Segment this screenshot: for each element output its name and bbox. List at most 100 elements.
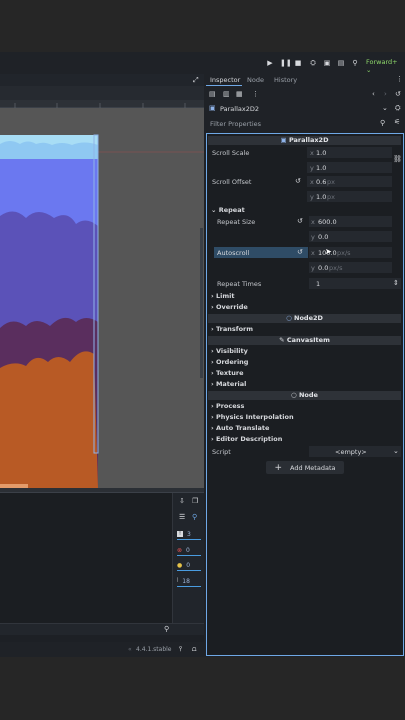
group-ordering[interactable]: › Ordering <box>211 358 248 366</box>
parallax2d-node-icon: ▣ <box>209 104 216 112</box>
warnings-count: 0 <box>186 561 191 569</box>
axis-x: x <box>310 149 314 157</box>
group-visibility[interactable]: › Visibility <box>211 347 248 355</box>
search-icon[interactable]: ⚲ <box>192 513 197 521</box>
group-repeat[interactable]: ⌄ Repeat <box>211 206 245 214</box>
class-header-node: ○ Node <box>208 391 401 400</box>
errors-toggle[interactable]: ⊗ 0 <box>177 545 201 556</box>
viewport-tool-strip <box>0 86 204 100</box>
scroll-scale-y: 1.0 <box>316 164 327 172</box>
parallax-scene <box>0 134 204 488</box>
autoscroll-label: Autoscroll <box>217 249 250 257</box>
pin-icon[interactable]: ⫯ <box>179 645 182 654</box>
autoscroll-y-unit: px/s <box>329 264 343 272</box>
output-filter-column: ⇩ ❐ ☰ ⚲ ! 3 ⊗ 0 ● 0 ⦚ 18 <box>172 493 204 623</box>
group-texture[interactable]: › Texture <box>211 369 243 377</box>
warning-icon: ● <box>177 561 183 569</box>
error-icon: ⊗ <box>177 546 183 554</box>
axis-y: y <box>311 264 315 272</box>
more-options-icon[interactable]: ⋮ <box>252 90 259 98</box>
play-custom-icon[interactable]: ▤ <box>337 59 345 67</box>
output-panel: ⇩ ❐ ☰ ⚲ ! 3 ⊗ 0 ● 0 ⦚ 18 ⚲ <box>0 492 204 642</box>
play-icon[interactable]: ▶ <box>266 59 274 67</box>
node-icon: ○ <box>291 391 297 399</box>
pause-icon[interactable]: ❚❚ <box>280 59 292 67</box>
load-resource-icon[interactable]: ▥ <box>223 90 230 98</box>
canvas-viewport[interactable] <box>0 108 204 488</box>
version-label: 4.4.1.stable <box>136 646 172 653</box>
history-back-icon[interactable]: ‹ <box>372 90 375 98</box>
inspector-settings-icon[interactable]: ⚟ <box>394 118 400 126</box>
play-scene-icon[interactable]: ▣ <box>323 59 331 67</box>
group-override[interactable]: › Override <box>211 303 248 311</box>
repeat-times-value: 1 <box>316 280 321 288</box>
tab-node[interactable]: Node <box>247 76 264 84</box>
messages-count: 3 <box>187 530 191 538</box>
node-name: Parallax2D2 <box>220 105 259 113</box>
group-transform[interactable]: › Transform <box>211 325 253 333</box>
repeat-times-spinbox[interactable] <box>309 278 401 289</box>
spin-arrows-icon[interactable]: ⇕ <box>393 279 399 287</box>
canvasitem-icon: ✎ <box>279 336 285 344</box>
filter-properties-input[interactable]: Filter Properties ⚲ <box>206 118 392 130</box>
group-editor-description[interactable]: › Editor Description <box>211 435 282 443</box>
axis-x: x <box>310 178 314 186</box>
axis-y: y <box>311 233 315 241</box>
renderer-selector[interactable]: Forward+ ⌄ <box>366 58 405 74</box>
history-forward-icon[interactable]: › <box>384 90 387 98</box>
remote-debug-icon[interactable]: ⛭ <box>309 59 317 67</box>
filter-list-icon[interactable]: ☰ <box>179 513 185 521</box>
group-material[interactable]: › Material <box>211 380 246 388</box>
scroll-scale-label: Scroll Scale <box>212 149 250 157</box>
scroll-offset-x-unit: px <box>327 178 335 186</box>
save-resource-icon[interactable]: ▦ <box>236 90 243 98</box>
axis-y: y <box>310 164 314 172</box>
revert-icon[interactable]: ↺ <box>295 177 301 185</box>
errors-count: 0 <box>186 546 190 554</box>
group-auto-translate[interactable]: › Auto Translate <box>211 424 269 432</box>
bottom-panel-toggle-icon[interactable]: ⩍ <box>192 645 197 654</box>
repeat-times-label: Repeat Times <box>217 280 262 288</box>
script-label: Script <box>212 448 231 456</box>
revert-icon[interactable]: ↺ <box>297 248 303 256</box>
object-properties-icon[interactable]: ⛭ <box>395 104 401 113</box>
group-limit[interactable]: › Limit <box>211 292 234 300</box>
tab-inspector[interactable]: Inspector <box>210 76 240 84</box>
dock-menu-icon[interactable]: ⋮ <box>396 75 403 83</box>
repeat-size-x: 600.0 <box>318 218 337 226</box>
revert-icon[interactable]: ↺ <box>297 217 303 225</box>
tab-history[interactable]: History <box>274 76 297 84</box>
class-header-node2d: ○ Node2D <box>208 314 401 323</box>
movie-maker-icon[interactable]: ⚲ <box>351 59 359 67</box>
chevron-down-icon[interactable]: ⌄ <box>393 447 399 455</box>
filter-placeholder: Filter Properties <box>210 120 262 128</box>
link-icon[interactable]: ⛓ <box>393 155 402 163</box>
autoscroll-y: 0.0 <box>318 264 329 272</box>
repeat-size-y: 0.0 <box>318 233 329 241</box>
repeat-size-label: Repeat Size <box>217 218 256 226</box>
copy-output-icon[interactable]: ❐ <box>192 497 198 505</box>
scroll-offset-y: 1.0 <box>316 193 327 201</box>
add-metadata-button[interactable]: + Add Metadata <box>266 461 344 474</box>
new-resource-icon[interactable]: ▤ <box>209 90 216 98</box>
stop-icon[interactable]: ■ <box>294 59 302 67</box>
class-header-canvasitem: ✎ CanvasItem <box>208 336 401 345</box>
ruler-ticks <box>14 103 186 108</box>
viewport-toolbar: ⤢ <box>0 74 204 86</box>
editor-count: 18 <box>182 577 190 585</box>
letterbox-bottom <box>0 657 405 720</box>
output-log[interactable] <box>0 493 172 623</box>
warnings-toggle[interactable]: ● 0 <box>177 560 201 571</box>
object-history-icon[interactable]: ↺ <box>395 90 401 98</box>
group-process[interactable]: › Process <box>211 402 244 410</box>
node-path-selector[interactable]: ▣ Parallax2D2 ⌄ ⛭ <box>204 102 405 115</box>
distraction-free-icon[interactable]: ⤢ <box>193 76 199 85</box>
messages-toggle[interactable]: ! 3 <box>177 529 201 540</box>
editor-messages-toggle[interactable]: ⦚ 18 <box>177 576 201 587</box>
editor-icon: ⦚ <box>177 577 179 584</box>
scene-sprite <box>0 135 98 488</box>
clear-output-icon[interactable]: ⇩ <box>179 497 185 505</box>
group-physics-interpolation[interactable]: › Physics Interpolation <box>211 413 294 421</box>
output-filter-row[interactable]: ⚲ <box>0 623 204 635</box>
scroll-offset-label: Scroll Offset <box>212 178 252 186</box>
